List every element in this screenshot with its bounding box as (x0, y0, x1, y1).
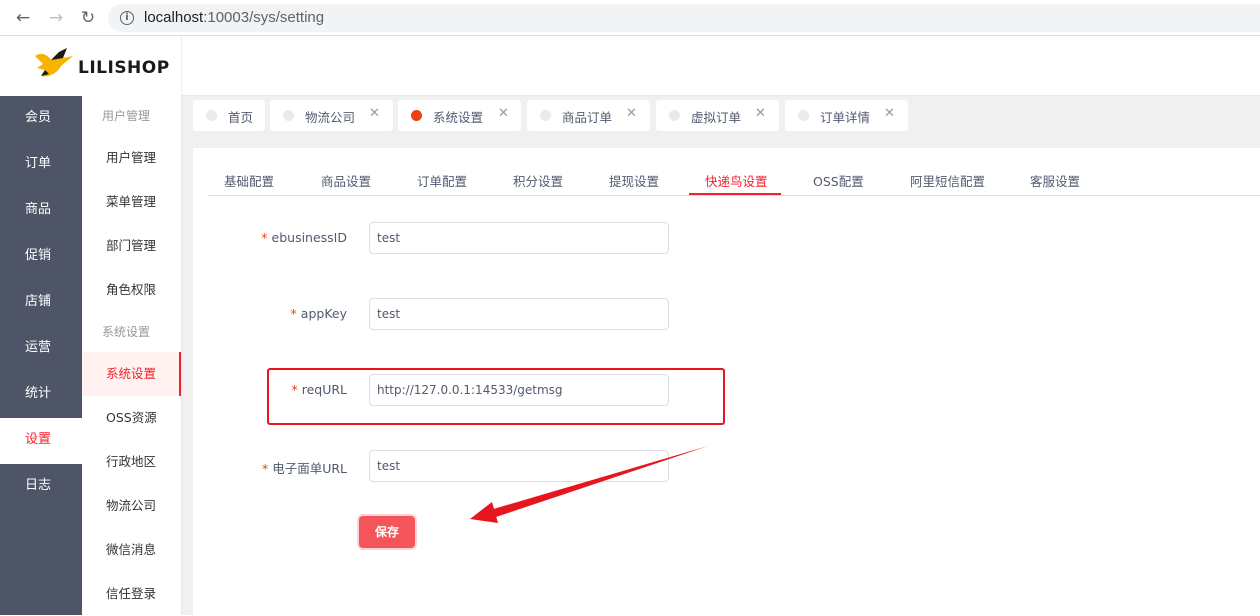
secondary-sidebar: 用户管理 用户管理 菜单管理 部门管理 角色权限 系统设置 系统设置 OSS资源… (82, 96, 182, 615)
nav1-item-log[interactable]: 日志 (0, 464, 82, 510)
subtab-withdraw[interactable]: 提现设置 (609, 171, 659, 190)
nav2-item-trust-login[interactable]: 信任登录 (82, 572, 181, 616)
nav2-item-region[interactable]: 行政地区 (82, 440, 181, 484)
tab-goods-order[interactable]: 商品订单 ✕ (527, 100, 650, 131)
tab-status-dot (206, 110, 217, 121)
nav1-item-settings[interactable]: 设置 (0, 418, 82, 464)
tab-home[interactable]: 首页 (193, 100, 265, 131)
tab-label: 虚拟订单 (691, 110, 742, 125)
subtab-goods[interactable]: 商品设置 (321, 171, 371, 190)
nav2-item-dept-manage[interactable]: 部门管理 (82, 224, 181, 268)
nav1-item-promotion[interactable]: 促销 (0, 234, 82, 280)
active-subtab-indicator (689, 193, 781, 195)
info-icon[interactable]: i (120, 11, 134, 25)
close-icon[interactable]: ✕ (498, 106, 509, 121)
tab-system-settings[interactable]: 系统设置 ✕ (398, 100, 521, 131)
close-icon[interactable]: ✕ (626, 106, 637, 121)
subtab-kdniao[interactable]: 快递鸟设置 (705, 171, 768, 190)
nav1-item-store[interactable]: 店铺 (0, 280, 82, 326)
top-header (182, 36, 1260, 96)
subtab-basic[interactable]: 基础配置 (224, 171, 274, 190)
tab-label: 系统设置 (433, 110, 484, 125)
tab-label: 首页 (228, 110, 254, 125)
browser-toolbar: ← → ↻ i localhost:10003/sys/setting (0, 0, 1260, 36)
nav1-item-operation[interactable]: 运营 (0, 326, 82, 372)
back-arrow-icon[interactable]: ← (12, 7, 34, 29)
nav2-item-system-settings[interactable]: 系统设置 (82, 352, 181, 396)
tab-label: 订单详情 (820, 110, 871, 125)
tab-status-dot (540, 110, 551, 121)
tab-order-detail[interactable]: 订单详情 ✕ (785, 100, 908, 131)
nav2-item-role-permission[interactable]: 角色权限 (82, 268, 181, 312)
nav2-item-oss-resource[interactable]: OSS资源 (82, 396, 181, 440)
nav2-group-title: 用户管理 (102, 109, 151, 123)
nav2-item-user-manage[interactable]: 用户管理 (82, 136, 181, 180)
tab-status-dot (283, 110, 294, 121)
address-bar[interactable]: i localhost:10003/sys/setting (108, 4, 1260, 32)
tab-status-dot (669, 110, 680, 121)
ebusinessid-input[interactable] (369, 222, 669, 254)
nav1-item-statistics[interactable]: 统计 (0, 372, 82, 418)
forward-arrow-icon[interactable]: → (45, 7, 67, 29)
tab-virtual-order[interactable]: 虚拟订单 ✕ (656, 100, 779, 131)
appkey-input[interactable] (369, 298, 669, 330)
nav1-item-goods[interactable]: 商品 (0, 188, 82, 234)
logo-text: LILISHOP (78, 58, 170, 78)
ebusinessid-label: * ebusinessID (261, 230, 347, 245)
waybill-url-label: * 电子面单URL (261, 461, 347, 476)
logo-area: LILISHOP (0, 36, 182, 96)
url-text: localhost:10003/sys/setting (144, 9, 325, 26)
subtab-order[interactable]: 订单配置 (417, 171, 467, 190)
subtab-customer-service[interactable]: 客服设置 (1030, 171, 1080, 190)
close-icon[interactable]: ✕ (884, 106, 895, 121)
nav2-group-title: 系统设置 (102, 325, 151, 339)
settings-subtabs: 基础配置 商品设置 订单配置 积分设置 提现设置 快递鸟设置 OSS配置 阿里短… (208, 163, 1260, 196)
appkey-label: * appKey (290, 306, 347, 321)
tab-status-dot (411, 110, 422, 121)
close-icon[interactable]: ✕ (369, 106, 380, 121)
nav1-item-member[interactable]: 会员 (0, 96, 82, 142)
save-button[interactable]: 保存 (359, 516, 415, 548)
close-icon[interactable]: ✕ (755, 106, 766, 121)
nav2-item-logistics[interactable]: 物流公司 (82, 484, 181, 528)
reload-icon[interactable]: ↻ (77, 7, 99, 29)
page-tabs: 首页 物流公司 ✕ 系统设置 ✕ 商品订单 ✕ 虚拟订单 ✕ 订单详情 ✕ (182, 96, 1260, 138)
annotation-highlight-box (267, 368, 725, 425)
logo-bird-icon (35, 48, 73, 77)
subtab-oss[interactable]: OSS配置 (813, 171, 864, 190)
primary-sidebar: 会员 订单 商品 促销 店铺 运营 统计 设置 日志 (0, 96, 82, 615)
nav2-item-wechat-message[interactable]: 微信消息 (82, 528, 181, 572)
tab-status-dot (798, 110, 809, 121)
tab-label: 商品订单 (562, 110, 613, 125)
tab-label: 物流公司 (305, 110, 356, 125)
nav2-item-menu-manage[interactable]: 菜单管理 (82, 180, 181, 224)
nav1-item-order[interactable]: 订单 (0, 142, 82, 188)
subtab-aliyun-sms[interactable]: 阿里短信配置 (910, 171, 985, 190)
waybill-url-input[interactable] (369, 450, 669, 482)
tab-logistics[interactable]: 物流公司 ✕ (270, 100, 393, 131)
subtab-points[interactable]: 积分设置 (513, 171, 563, 190)
